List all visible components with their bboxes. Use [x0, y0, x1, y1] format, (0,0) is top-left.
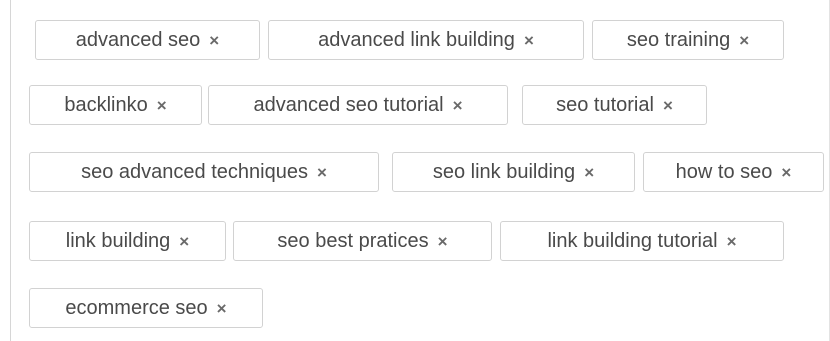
tag-chip[interactable]: ecommerce seo × [29, 288, 263, 328]
tag-label: backlinko [64, 94, 148, 116]
tag-chip[interactable]: seo tutorial × [522, 85, 707, 125]
remove-tag-icon[interactable]: × [584, 164, 594, 181]
remove-tag-icon[interactable]: × [157, 97, 167, 114]
tag-chip[interactable]: link building tutorial × [500, 221, 784, 261]
remove-tag-icon[interactable]: × [438, 233, 448, 250]
tag-label: link building [65, 230, 171, 252]
tag-chip[interactable]: how to seo × [643, 152, 824, 192]
tag-label: how to seo [675, 161, 773, 183]
tag-chip[interactable]: advanced seo × [35, 20, 260, 60]
remove-tag-icon[interactable]: × [663, 97, 673, 114]
tag-label: advanced link building [318, 29, 515, 51]
remove-tag-icon[interactable]: × [217, 300, 227, 317]
remove-tag-icon[interactable]: × [209, 32, 219, 49]
tag-chip[interactable]: advanced seo tutorial × [208, 85, 508, 125]
tag-label: seo best pratices [277, 230, 429, 252]
remove-tag-icon[interactable]: × [524, 32, 534, 49]
remove-tag-icon[interactable]: × [453, 97, 463, 114]
remove-tag-icon[interactable]: × [727, 233, 737, 250]
tag-chip[interactable]: seo advanced techniques × [29, 152, 379, 192]
tag-label: seo advanced techniques [81, 161, 308, 183]
tag-label: seo training [626, 29, 731, 51]
tag-label: link building tutorial [547, 230, 718, 252]
tag-label: ecommerce seo [65, 297, 208, 319]
tag-chip[interactable]: seo link building × [392, 152, 635, 192]
tag-label: seo link building [432, 161, 576, 183]
remove-tag-icon[interactable]: × [179, 233, 189, 250]
tag-chip[interactable]: link building × [29, 221, 226, 261]
tag-chip[interactable]: advanced link building × [268, 20, 584, 60]
tag-input-box[interactable]: advanced seo × advanced link building × … [10, 0, 830, 341]
tag-chip[interactable]: backlinko × [29, 85, 202, 125]
tag-chip[interactable]: seo training × [592, 20, 784, 60]
remove-tag-icon[interactable]: × [317, 164, 327, 181]
remove-tag-icon[interactable]: × [739, 32, 749, 49]
tag-label: advanced seo [75, 29, 201, 51]
tag-label: advanced seo tutorial [253, 94, 444, 116]
tag-label: seo tutorial [556, 94, 654, 116]
remove-tag-icon[interactable]: × [781, 164, 791, 181]
tag-chip[interactable]: seo best pratices × [233, 221, 492, 261]
